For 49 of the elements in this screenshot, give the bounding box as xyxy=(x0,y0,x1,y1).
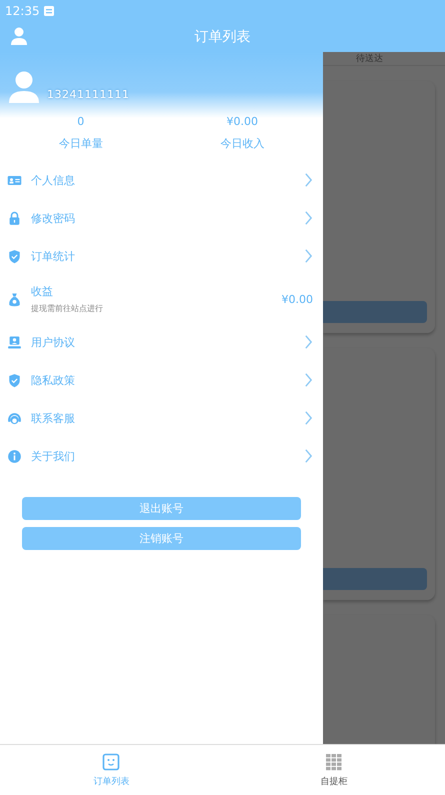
menu-label: 隐私政策 xyxy=(31,372,76,388)
stat-value: ¥0.00 xyxy=(226,115,258,128)
menu-item[interactable]: 联系客服 xyxy=(0,399,323,437)
stat-label: 今日单量 xyxy=(58,136,103,151)
chevron-right-icon xyxy=(304,172,313,188)
menu-label: 关于我们 xyxy=(31,448,76,464)
chevron-right-icon xyxy=(304,334,313,350)
notification-icon xyxy=(44,6,54,16)
user-monitor-icon xyxy=(7,334,22,350)
user-icon[interactable] xyxy=(11,27,27,45)
menu-label: 联系客服 xyxy=(31,410,76,426)
stat-value: 0 xyxy=(77,115,84,128)
avatar-icon xyxy=(9,71,39,103)
menu-label: 修改密码 xyxy=(31,210,76,226)
menu-item[interactable]: 关于我们 xyxy=(0,437,323,475)
menu-label: 个人信息 xyxy=(31,172,76,188)
chevron-right-icon xyxy=(304,210,313,226)
status-time: 12:35 xyxy=(5,4,40,18)
menu-item[interactable]: 收益 提现需前往站点进行 ¥0.00 xyxy=(0,275,323,323)
menu-item[interactable]: 修改密码 xyxy=(0,199,323,237)
chevron-right-icon xyxy=(304,410,313,426)
tab[interactable]: 待送达 xyxy=(356,52,383,65)
menu-item[interactable]: 订单统计 xyxy=(0,237,323,275)
menu-item[interactable]: 个人信息 xyxy=(0,161,323,199)
shield-check-icon xyxy=(7,372,22,388)
menu-label: 订单统计 xyxy=(31,248,76,264)
chevron-right-icon xyxy=(304,372,313,388)
headset-icon xyxy=(7,410,22,426)
account-button[interactable]: 退出账号 xyxy=(22,497,301,520)
stat-label: 今日收入 xyxy=(220,136,264,151)
menu-item[interactable]: 用户协议 xyxy=(0,323,323,361)
account-button[interactable]: 注销账号 xyxy=(22,527,301,550)
chevron-right-icon xyxy=(304,248,313,264)
shield-icon xyxy=(7,248,22,264)
menu-value: ¥0.00 xyxy=(282,292,313,306)
grid-icon xyxy=(324,752,344,772)
phone-number: 13241111111 xyxy=(47,88,130,101)
info-icon xyxy=(7,448,22,464)
money-bag-icon xyxy=(7,292,22,306)
menu-label: 收益 xyxy=(31,284,54,299)
tab-item[interactable]: 订单列表 xyxy=(51,745,172,795)
menu-note: 提现需前往站点进行 xyxy=(31,303,104,314)
menu-item[interactable]: 隐私政策 xyxy=(0,361,323,399)
page-title: 订单列表 xyxy=(194,28,250,46)
tab-item[interactable]: 自提柜 xyxy=(274,745,394,795)
lock-icon xyxy=(7,210,22,226)
chevron-right-icon xyxy=(304,448,313,464)
face-box-icon xyxy=(101,752,122,772)
menu-label: 用户协议 xyxy=(31,334,76,350)
